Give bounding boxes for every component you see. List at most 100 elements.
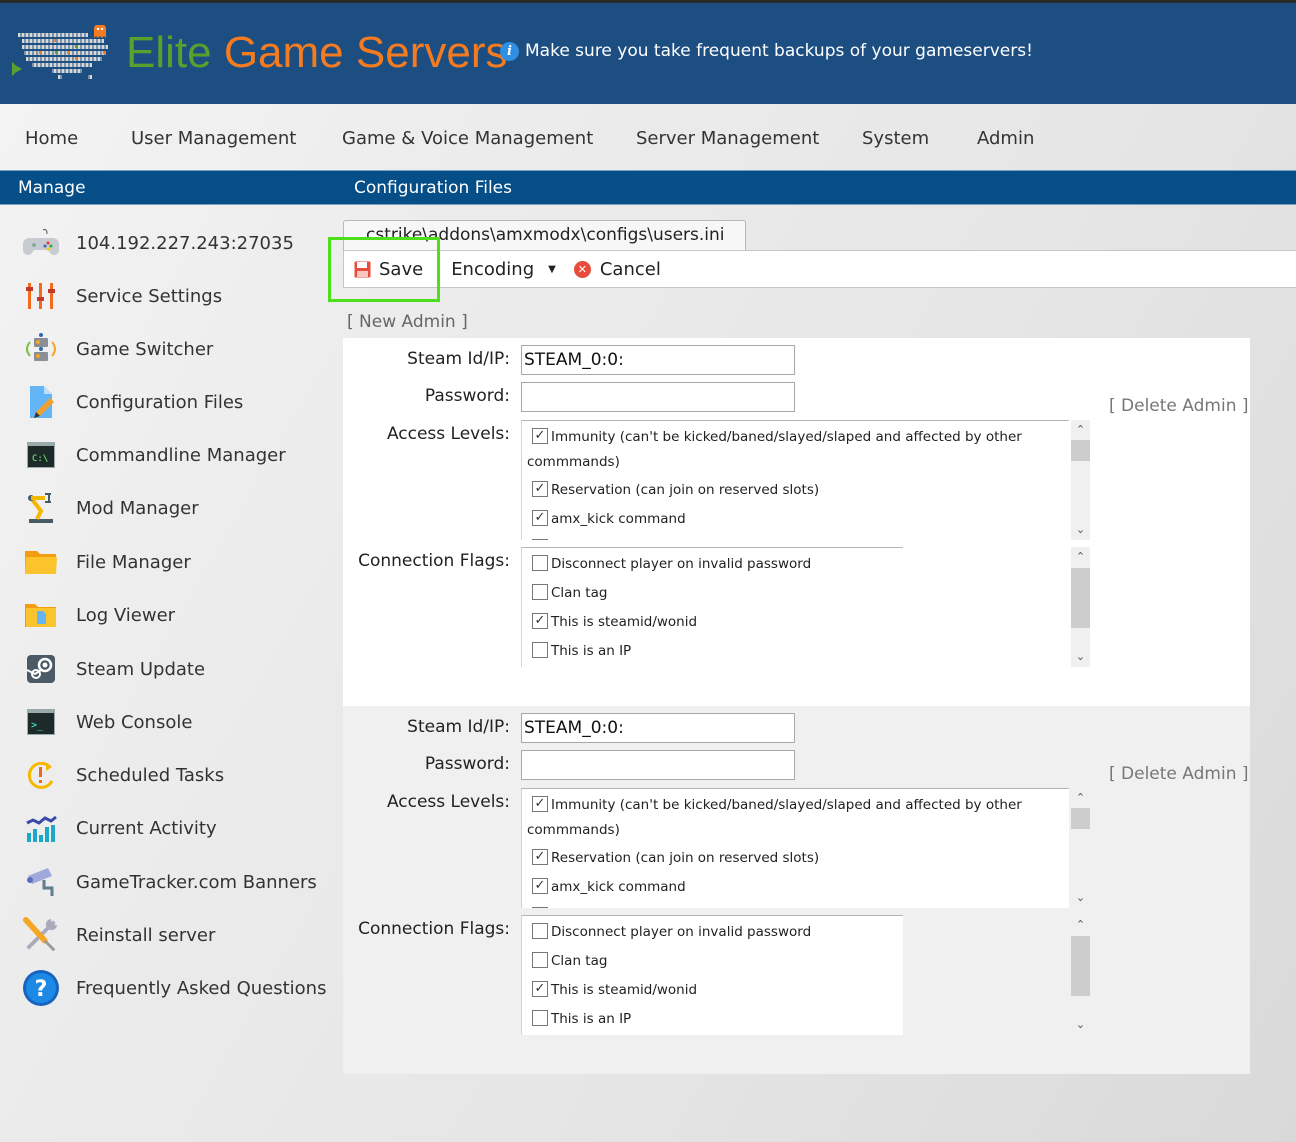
nav-home[interactable]: Home [25,128,78,149]
password-label: Password: [424,754,510,774]
access-option-immunity[interactable]: ✓ Immunity (can't be kicked/baned/slayed/… [522,428,1069,446]
flag-option-ip[interactable]: This is an IP [522,1010,903,1028]
connection-flags-label: Connection Flags: [358,551,510,571]
sidebar-item-game-switcher[interactable]: Game Switcher [22,329,327,369]
switch-icon [22,330,60,368]
nav-game-voice-management[interactable]: Game & Voice Management [342,128,593,149]
scroll-thumb[interactable] [1071,808,1090,829]
sidebar-item-reinstall-server[interactable]: Reinstall server [22,915,327,955]
flag-option-clan-tag[interactable]: Clan tag [522,584,903,602]
usa-map-pacman-logo-icon[interactable] [0,23,112,83]
access-option-partial[interactable] [522,539,1069,540]
access-levels-scrollbar[interactable]: ⌃ ⌄ [1071,788,1090,908]
svg-text:?: ? [35,977,48,1002]
checkbox[interactable] [532,642,548,658]
sidebar-item-web-console[interactable]: >_ Web Console [22,702,327,742]
checkbox[interactable]: ✓ [532,481,548,497]
file-tab[interactable]: cstrike\addons\amxmodx\configs\users.ini [343,220,746,250]
flag-option-ip[interactable]: This is an IP [522,642,903,660]
flag-option-clan-tag[interactable]: Clan tag [522,952,903,970]
console-icon: >_ [22,703,60,741]
sidebar-item-server-address[interactable]: 104.192.227.243:27035 [22,223,327,263]
scroll-up-icon[interactable]: ⌃ [1071,918,1090,932]
checkbox[interactable] [532,539,548,540]
save-button[interactable]: Save [354,259,423,280]
delete-admin-link[interactable]: [ Delete Admin ] [1109,764,1249,784]
sidebar-item-log-viewer[interactable]: Log Viewer [22,595,327,635]
sidebar-item-faq[interactable]: ? Frequently Asked Questions [22,968,327,1008]
sidebar-item-gametracker-banners[interactable]: GameTracker.com Banners [22,862,327,902]
scroll-thumb[interactable] [1071,568,1090,628]
nav-system[interactable]: System [862,128,929,149]
steam-id-input[interactable] [521,345,795,375]
checkbox[interactable]: ✓ [532,613,548,629]
delete-admin-link[interactable]: [ Delete Admin ] [1109,396,1249,416]
scheduled-icon [22,756,60,794]
scroll-up-icon[interactable]: ⌃ [1071,791,1090,805]
checkbox[interactable] [532,584,548,600]
sidebar-item-commandline-manager[interactable]: C:\ Commandline Manager [22,435,327,475]
sliders-icon [22,277,60,315]
brand-elite: Elite [126,28,212,77]
checkbox[interactable]: ✓ [532,510,548,526]
steam-icon [22,650,60,688]
flag-option-disconnect[interactable]: Disconnect player on invalid password [522,555,903,573]
scroll-thumb[interactable] [1071,936,1090,996]
help-icon: ? [22,969,60,1007]
access-option-immunity[interactable]: ✓ Immunity (can't be kicked/baned/slayed/… [522,796,1069,814]
activity-chart-icon [22,809,60,847]
sidebar-item-steam-update[interactable]: Steam Update [22,649,327,689]
sidebar-item-file-manager[interactable]: File Manager [22,542,327,582]
sidebar-item-current-activity[interactable]: Current Activity [22,808,327,848]
cancel-button[interactable]: ✕ Cancel [573,259,661,280]
checkbox[interactable] [532,907,548,908]
nav-admin[interactable]: Admin [977,128,1034,149]
steam-id-input[interactable] [521,713,795,743]
scroll-down-icon[interactable]: ⌄ [1071,891,1090,905]
svg-text:C:\: C:\ [32,454,48,464]
sidebar-item-service-settings[interactable]: Service Settings [22,276,327,316]
connection-flags-scrollbar[interactable]: ⌃ ⌄ [1071,915,1090,1035]
brand-title[interactable]: Elite Game Servers [126,27,507,79]
checkbox[interactable] [532,952,548,968]
checkbox[interactable]: ✓ [532,849,548,865]
scroll-down-icon[interactable]: ⌄ [1071,523,1090,537]
sidebar-item-scheduled-tasks[interactable]: Scheduled Tasks [22,755,327,795]
access-option-reservation[interactable]: ✓ Reservation (can join on reserved slots… [522,481,1069,499]
access-option-kick[interactable]: ✓ amx_kick command [522,510,1069,528]
encoding-dropdown[interactable]: Encoding ▼ [451,259,556,280]
checkbox[interactable] [532,1010,548,1026]
password-input[interactable] [521,750,795,780]
connection-flags-scrollbar[interactable]: ⌃ ⌄ [1071,547,1090,667]
scroll-up-icon[interactable]: ⌃ [1071,550,1090,564]
nav-server-management[interactable]: Server Management [636,128,819,149]
checkbox[interactable]: ✓ [532,796,548,812]
password-input[interactable] [521,382,795,412]
sidebar-item-configuration-files[interactable]: Configuration Files [22,382,327,422]
scroll-down-icon[interactable]: ⌄ [1071,1018,1090,1032]
checkbox[interactable]: ✓ [532,981,548,997]
flag-option-disconnect[interactable]: Disconnect player on invalid password [522,923,903,941]
editor-toolbar: Save Encoding ▼ ✕ Cancel [343,250,1296,288]
access-levels-list[interactable]: ✓ Immunity (can't be kicked/baned/slayed/… [521,420,1069,540]
connection-flags-list[interactable]: Disconnect player on invalid password Cl… [521,915,903,1035]
checkbox[interactable] [532,555,548,571]
sidebar-item-mod-manager[interactable]: Mod Manager [22,488,327,528]
connection-flags-list[interactable]: Disconnect player on invalid password Cl… [521,547,903,667]
access-levels-list[interactable]: ✓ Immunity (can't be kicked/baned/slayed/… [521,788,1069,908]
brand-game-servers: Game Servers [223,28,508,77]
access-levels-scrollbar[interactable]: ⌃ ⌄ [1071,420,1090,540]
new-admin-link[interactable]: [ New Admin ] [347,312,468,332]
scroll-up-icon[interactable]: ⌃ [1071,423,1090,437]
access-option-reservation[interactable]: ✓ Reservation (can join on reserved slots… [522,849,1069,867]
checkbox[interactable] [532,923,548,939]
nav-user-management[interactable]: User Management [131,128,296,149]
flag-option-steamid[interactable]: ✓ This is steamid/wonid [522,981,903,999]
scroll-thumb[interactable] [1071,440,1090,461]
scroll-down-icon[interactable]: ⌄ [1071,650,1090,664]
access-option-kick[interactable]: ✓ amx_kick command [522,878,1069,896]
checkbox[interactable]: ✓ [532,428,548,444]
access-option-partial[interactable] [522,907,1069,908]
checkbox[interactable]: ✓ [532,878,548,894]
flag-option-steamid[interactable]: ✓ This is steamid/wonid [522,613,903,631]
